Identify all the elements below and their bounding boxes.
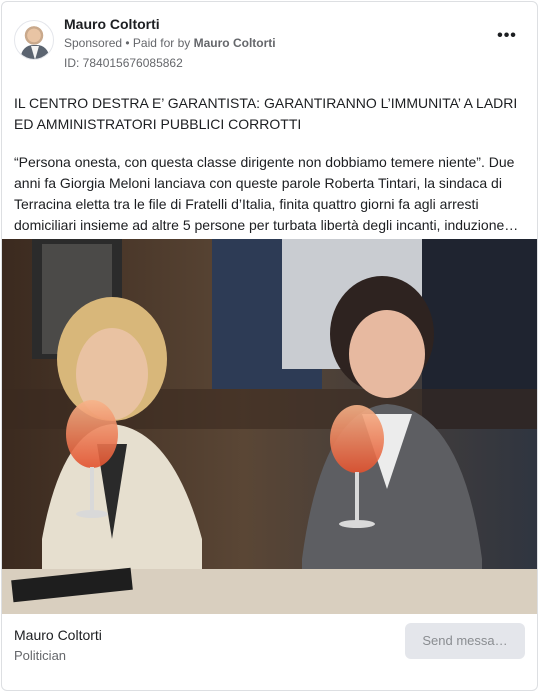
- more-options-icon[interactable]: •••: [495, 28, 519, 46]
- post-excerpt: “Persona onesta, con questa classe dirig…: [14, 154, 519, 233]
- footer-page-category: Politician: [14, 648, 67, 663]
- paid-for-by-name[interactable]: Mauro Coltorti: [194, 36, 276, 50]
- sponsored-line: Sponsored • Paid for by Mauro Coltorti: [64, 36, 276, 50]
- ad-id: ID: 784015676085862: [64, 56, 183, 70]
- paid-for-prefix: • Paid for by: [122, 36, 194, 50]
- page-name-link[interactable]: Mauro Coltorti: [64, 16, 160, 32]
- post-headline: IL CENTRO DESTRA E’ GARANTISTA: GARANTIR…: [14, 95, 518, 132]
- sponsored-label: Sponsored: [64, 36, 123, 50]
- footer-page-name[interactable]: Mauro Coltorti: [14, 627, 102, 643]
- post-header: Mauro Coltorti Sponsored • Paid for by M…: [14, 16, 525, 70]
- send-message-button[interactable]: Send messa…: [405, 623, 525, 659]
- post-photo[interactable]: [2, 239, 537, 614]
- page-avatar[interactable]: [14, 20, 54, 60]
- ad-card: Mauro Coltorti Sponsored • Paid for by M…: [1, 1, 538, 691]
- photo-illustration: [2, 239, 537, 614]
